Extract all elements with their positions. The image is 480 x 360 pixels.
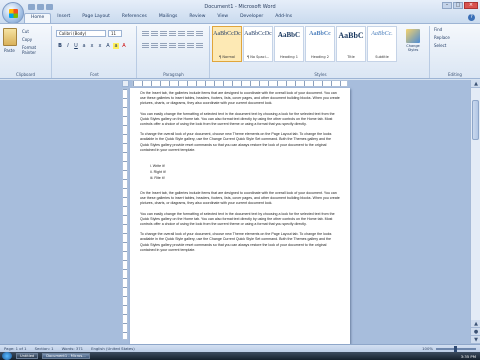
paragraph[interactable]: On the Insert tab, the galleries include… [140, 91, 340, 107]
document-page[interactable]: On the Insert tab, the galleries include… [130, 88, 350, 344]
ribbon-tabs: Home Insert Page Layout References Maili… [24, 13, 298, 23]
clipboard-group-label: Clipboard [15, 72, 36, 77]
scroll-bottom-controls: ▲ ● ▼ [471, 320, 480, 344]
window-title: Document1 - Microsoft Word [204, 4, 276, 10]
cut-button[interactable]: Cut [22, 29, 29, 34]
paragraph-group: Paragraph [138, 26, 210, 78]
font-group-label: Font [90, 72, 99, 77]
paragraph-group-label: Paragraph [163, 72, 184, 77]
maximize-button[interactable]: □ [453, 2, 463, 9]
shading-button[interactable] [187, 43, 194, 49]
zoom-knob[interactable] [454, 345, 457, 352]
tab-mailings[interactable]: Mailings [153, 13, 183, 23]
format-painter-button[interactable]: Format Painter [22, 45, 51, 55]
ruler-tab-selector[interactable] [122, 80, 129, 87]
highlight-button[interactable]: a [113, 43, 119, 49]
copy-button[interactable]: Copy [22, 37, 32, 42]
borders-button[interactable] [196, 43, 203, 49]
font-size-select[interactable]: 11 [108, 30, 122, 37]
minimize-button[interactable]: – [442, 2, 452, 9]
scroll-thumb[interactable] [472, 100, 479, 140]
office-logo-icon [9, 9, 18, 18]
show-marks-button[interactable] [196, 31, 203, 37]
paragraph[interactable]: To change the overall look of your docum… [140, 132, 340, 153]
align-left-button[interactable] [142, 43, 149, 49]
numbering-button[interactable] [151, 31, 158, 37]
clipboard-group: Paste Cut Copy Format Painter Clipboard [0, 26, 52, 78]
styles-group: Styles [212, 26, 430, 78]
tab-add-ins[interactable]: Add-Ins [269, 13, 298, 23]
line-spacing-button[interactable] [178, 43, 185, 49]
strikethrough-button[interactable]: a [81, 43, 87, 49]
font-color-button[interactable]: A [121, 43, 127, 49]
change-styles-icon [406, 29, 420, 43]
change-styles-button[interactable]: Change Styles [402, 26, 424, 64]
superscript-button[interactable]: x [97, 43, 103, 49]
zoom-level[interactable]: 100% [422, 346, 433, 351]
close-button[interactable]: × [464, 2, 478, 9]
language-indicator[interactable]: English (United States) [91, 346, 135, 351]
paragraph[interactable]: To change the overall look of your docum… [140, 232, 340, 253]
change-styles-label: Change Styles [406, 44, 420, 52]
select-browse-object-icon[interactable]: ● [471, 328, 480, 336]
word-window: Document1 - Microsoft Word – □ × Home In… [0, 0, 480, 360]
center-button[interactable] [151, 43, 158, 49]
section-indicator[interactable]: Section: 1 [35, 346, 54, 351]
tab-review[interactable]: Review [183, 13, 211, 23]
subscript-button[interactable]: x [89, 43, 95, 49]
editing-group-label: Editing [448, 72, 462, 77]
ribbon: Paste Cut Copy Format Painter Clipboard … [0, 23, 480, 79]
increase-indent-button[interactable] [178, 31, 185, 37]
align-buttons-row [142, 43, 203, 49]
bullets-button[interactable] [142, 31, 149, 37]
tab-page-layout[interactable]: Page Layout [76, 13, 116, 23]
prev-page-icon[interactable]: ▲ [471, 320, 480, 328]
font-format-row: B I U a x x A a A [57, 43, 127, 49]
font-group: Calibri (Body) 11 B I U a x x A a A Font [53, 26, 137, 78]
page-count[interactable]: Page: 1 of 1 [4, 346, 27, 351]
change-case-button[interactable]: A [105, 43, 111, 49]
vertical-ruler[interactable] [122, 88, 128, 340]
tab-insert[interactable]: Insert [51, 13, 76, 23]
taskbar-item-word[interactable]: Document1 - Micros... [42, 353, 90, 359]
start-button-icon[interactable] [2, 352, 12, 360]
title-bar: Document1 - Microsoft Word – □ × Home In… [0, 0, 480, 24]
window-controls: – □ × [442, 2, 478, 9]
paste-icon[interactable] [3, 28, 17, 46]
editing-group-frame: Editing [430, 26, 480, 78]
list-buttons-row [142, 31, 203, 37]
multilevel-list-button[interactable] [160, 31, 167, 37]
paste-button[interactable]: Paste [4, 48, 15, 53]
tab-view[interactable]: View [211, 13, 234, 23]
italic-button[interactable]: I [65, 43, 71, 49]
clock: 3:35 PM [460, 353, 476, 359]
tab-home[interactable]: Home [24, 13, 52, 23]
roman-numeral-list: i. Write it! ii. Right it! iii. Rite it! [150, 163, 340, 181]
vertical-scrollbar[interactable]: ▲ ▲ ● ▼ [470, 80, 480, 344]
justify-button[interactable] [169, 43, 176, 49]
tab-developer[interactable]: Developer [234, 13, 269, 23]
status-bar: Page: 1 of 1 Section: 1 Words: 371 Engli… [0, 344, 480, 352]
word-count[interactable]: Words: 371 [62, 346, 83, 351]
zoom-control: 100% [422, 345, 476, 352]
underline-button[interactable]: U [73, 43, 79, 49]
paragraph[interactable]: On the Insert tab, the galleries include… [140, 191, 340, 207]
zoom-slider[interactable] [436, 345, 476, 352]
bold-button[interactable]: B [57, 43, 63, 49]
paragraph[interactable]: You can easily change the formatting of … [140, 112, 340, 128]
decrease-indent-button[interactable] [169, 31, 176, 37]
horizontal-ruler[interactable] [132, 80, 348, 87]
taskbar: Untitled Document1 - Micros... 3:35 PM [0, 352, 480, 360]
sort-button[interactable] [187, 31, 194, 37]
align-right-button[interactable] [160, 43, 167, 49]
scroll-up-arrow-icon[interactable]: ▲ [471, 80, 480, 88]
help-icon[interactable]: ? [468, 14, 475, 21]
taskbar-item-untitled[interactable]: Untitled [16, 353, 39, 359]
paragraph[interactable]: You can easily change the formatting of … [140, 212, 340, 228]
styles-group-label: Styles [314, 72, 327, 77]
next-page-icon[interactable]: ▼ [471, 336, 480, 344]
list-item[interactable]: iii. Rite it! [150, 175, 340, 181]
tab-references[interactable]: References [116, 13, 153, 23]
font-family-select[interactable]: Calibri (Body) [56, 30, 106, 37]
